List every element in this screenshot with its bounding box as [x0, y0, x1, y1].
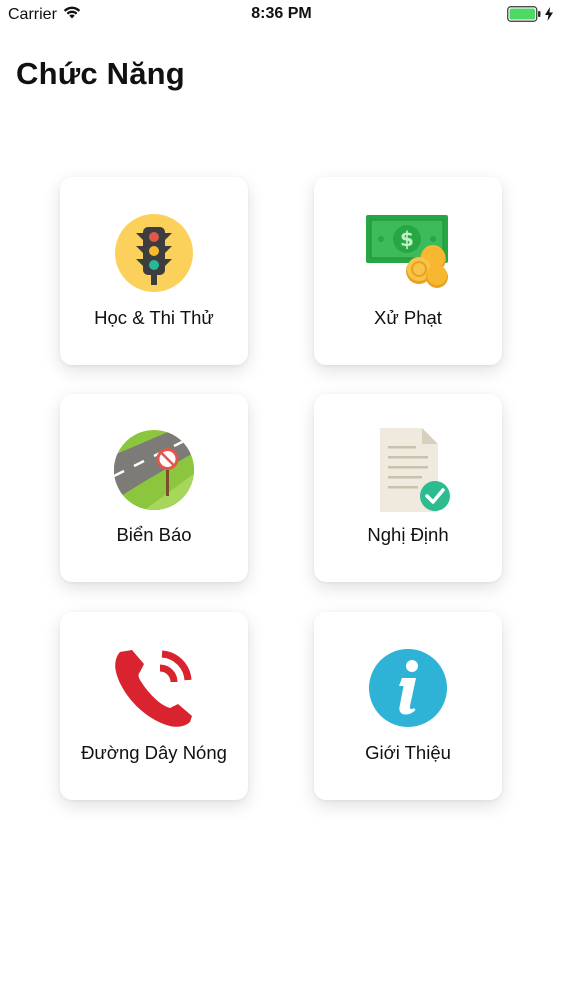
- battery-group: [507, 6, 553, 27]
- menu-card-label: Xử Phạt: [374, 307, 442, 328]
- document-check-icon: [366, 428, 450, 512]
- menu-card-label: Đường Dây Nóng: [81, 742, 227, 763]
- info-icon: [366, 646, 450, 730]
- menu-card-decrees[interactable]: Nghị Định: [314, 394, 502, 582]
- menu-card-learn-and-test[interactable]: Học & Thi Thử: [60, 177, 248, 365]
- menu-card-label: Giới Thiệu: [365, 742, 451, 763]
- phone-icon: [112, 646, 196, 730]
- traffic-light-icon: [112, 211, 196, 295]
- status-time: 8:36 PM: [251, 5, 312, 22]
- svg-text:$: $: [400, 227, 414, 251]
- page-title: Chức Năng: [16, 56, 185, 91]
- charging-bolt-icon: [545, 7, 553, 26]
- menu-card-about[interactable]: Giới Thiệu: [314, 612, 502, 800]
- menu-card-label: Học & Thi Thử: [94, 307, 214, 328]
- menu-card-label: Biển Báo: [116, 524, 192, 545]
- status-bar: Carrier 8:36 PM: [0, 0, 563, 30]
- menu-card-penalties[interactable]: $ Xử Phạt: [314, 177, 502, 365]
- money-coins-icon: $: [366, 211, 450, 295]
- battery-icon: [507, 6, 541, 27]
- menu-card-hotline[interactable]: Đường Dây Nóng: [60, 612, 248, 800]
- menu-card-label: Nghị Định: [367, 524, 449, 545]
- menu-card-road-signs[interactable]: Biển Báo: [60, 394, 248, 582]
- road-sign-icon: [112, 428, 196, 512]
